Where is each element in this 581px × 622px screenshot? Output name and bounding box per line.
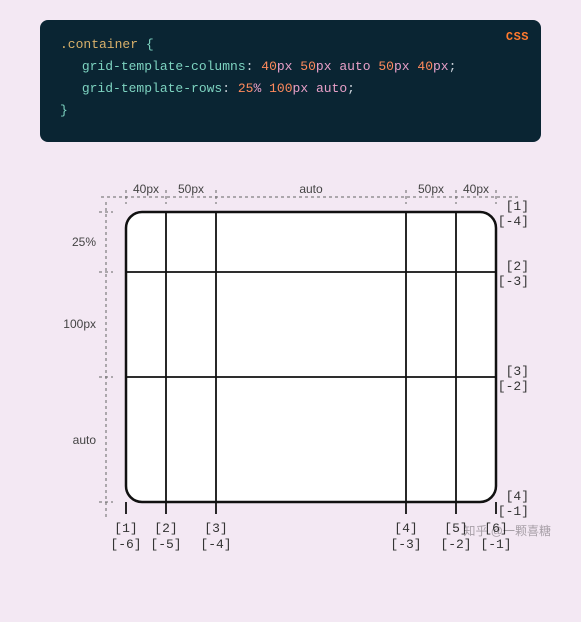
grid-outer-rect bbox=[126, 212, 496, 502]
code-line-3: grid-template-rows: 25% 100px auto; bbox=[60, 78, 521, 100]
col-unit-2: px bbox=[316, 59, 332, 74]
code-block: CSS .container { grid-template-columns: … bbox=[40, 20, 541, 142]
code-line-2: grid-template-columns: 40px 50px auto 50… bbox=[60, 56, 521, 78]
col-idx-1n: [-6] bbox=[110, 537, 141, 552]
col-idx-3n: [-4] bbox=[200, 537, 231, 552]
col-val-2: 50 bbox=[300, 59, 316, 74]
row-unit-2: px bbox=[293, 81, 309, 96]
left-label-r2: 100px bbox=[63, 317, 96, 331]
watermark: 知乎 @一颗喜糖 bbox=[463, 522, 551, 539]
row-idx-4n: [-1] bbox=[497, 504, 528, 519]
semicolon: ; bbox=[449, 59, 457, 74]
code-line-1: .container { bbox=[60, 34, 521, 56]
selector: .container bbox=[60, 37, 138, 52]
col-idx-2p: [2] bbox=[154, 521, 177, 536]
top-label-c1: 40px bbox=[132, 182, 158, 196]
row-idx-3p: [3] bbox=[505, 364, 528, 379]
col-idx-5n: [-2] bbox=[440, 537, 471, 552]
row-idx-2n: [-3] bbox=[497, 274, 528, 289]
col-val-1: 40 bbox=[261, 59, 277, 74]
col-val-3: auto bbox=[339, 59, 370, 74]
language-badge: CSS bbox=[506, 26, 529, 48]
col-idx-4n: [-3] bbox=[390, 537, 421, 552]
col-val-4: 50 bbox=[378, 59, 394, 74]
top-label-c4: 50px bbox=[417, 182, 443, 196]
row-idx-4p: [4] bbox=[505, 489, 528, 504]
prop-columns: grid-template-columns bbox=[82, 59, 246, 74]
left-label-r3: auto bbox=[72, 433, 96, 447]
code-line-4: } bbox=[60, 100, 521, 122]
col-idx-6n: [-1] bbox=[480, 537, 511, 552]
row-val-1: 25 bbox=[238, 81, 254, 96]
col-idx-3p: [3] bbox=[204, 521, 227, 536]
colon: : bbox=[222, 81, 230, 96]
brace-close: } bbox=[60, 103, 68, 118]
col-idx-2n: [-5] bbox=[150, 537, 181, 552]
bottom-indices: [1] [-6] [2] [-5] [3] [-4] [4] [-3] [5] … bbox=[110, 521, 511, 552]
left-label-r1: 25% bbox=[71, 235, 95, 249]
top-label-c3: auto bbox=[299, 182, 323, 196]
col-idx-1p: [1] bbox=[114, 521, 137, 536]
row-idx-1n: [-4] bbox=[497, 214, 528, 229]
brace-open: { bbox=[146, 37, 154, 52]
row-idx-2p: [2] bbox=[505, 259, 528, 274]
grid-svg: 40px 50px auto 50px 40px 25% 100px auto … bbox=[41, 172, 541, 572]
right-indices: [1] [-4] [2] [-3] [3] [-2] [4] [-1] bbox=[497, 199, 528, 519]
row-val-2: 100 bbox=[269, 81, 292, 96]
col-unit-5: px bbox=[433, 59, 449, 74]
row-unit-1: % bbox=[253, 81, 261, 96]
top-label-c2: 50px bbox=[177, 182, 203, 196]
bottom-ticks bbox=[126, 502, 496, 514]
semicolon: ; bbox=[347, 81, 355, 96]
row-val-3: auto bbox=[316, 81, 347, 96]
col-idx-4p: [4] bbox=[394, 521, 417, 536]
row-idx-1p: [1] bbox=[505, 199, 528, 214]
left-dim-ticks bbox=[99, 212, 113, 502]
prop-rows: grid-template-rows bbox=[82, 81, 222, 96]
col-val-5: 40 bbox=[417, 59, 433, 74]
top-label-c5: 40px bbox=[462, 182, 488, 196]
col-unit-1: px bbox=[277, 59, 293, 74]
row-idx-3n: [-2] bbox=[497, 379, 528, 394]
col-unit-4: px bbox=[394, 59, 410, 74]
colon: : bbox=[246, 59, 254, 74]
